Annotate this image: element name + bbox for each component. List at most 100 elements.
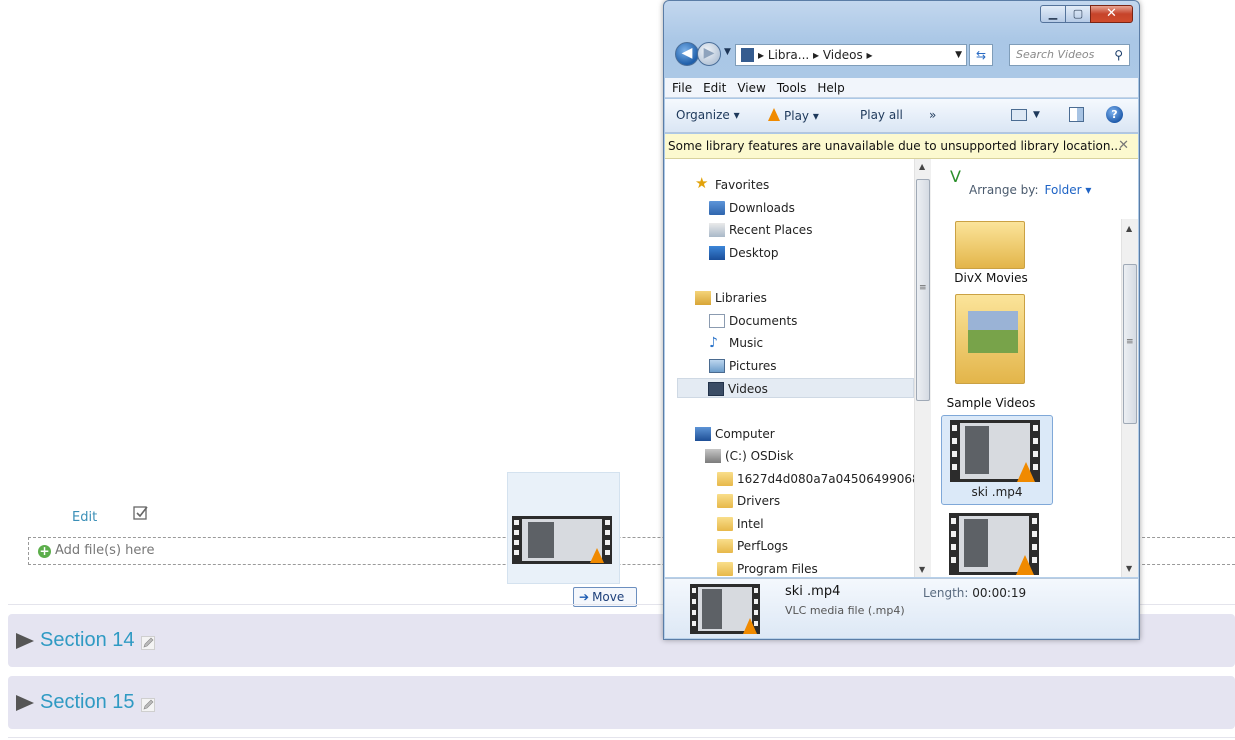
scroll-up-icon[interactable]: ▲ bbox=[1126, 224, 1132, 233]
play-button[interactable]: Play ▾ bbox=[768, 108, 819, 123]
search-input[interactable]: Search Videos ⚲ bbox=[1009, 44, 1130, 66]
nav-scrollbar[interactable]: ▲ ≡ ▼ bbox=[914, 159, 931, 577]
organize-button[interactable]: Organize ▾ bbox=[676, 108, 740, 122]
expand-triangle-icon[interactable] bbox=[16, 695, 34, 711]
nav-label: Libraries bbox=[715, 291, 767, 305]
scroll-down-icon[interactable]: ▼ bbox=[1126, 564, 1132, 573]
arrow-right-icon: ➔ bbox=[579, 590, 590, 604]
file-video-2[interactable] bbox=[941, 509, 1053, 577]
nav-label: Downloads bbox=[729, 201, 795, 215]
dropzone-label: Add file(s) here bbox=[55, 543, 155, 558]
section-title[interactable]: Section 15 bbox=[40, 691, 135, 714]
vlc-cone-icon bbox=[768, 108, 780, 121]
nav-label: Intel bbox=[737, 517, 764, 531]
add-icon: + bbox=[38, 544, 51, 558]
nav-label: PerfLogs bbox=[737, 539, 789, 553]
explorer-window[interactable]: ▁ ▢ ✕ ◀ ▶ ▼ ▸ Libra... ▸ Videos ▸ ▼ ⇆ Se… bbox=[663, 0, 1140, 640]
details-file-type: VLC media file (.mp4) bbox=[785, 604, 905, 617]
pencil-icon[interactable] bbox=[141, 636, 155, 650]
nav-label: Favorites bbox=[715, 178, 770, 192]
libraries-icon bbox=[695, 291, 711, 305]
maximize-button[interactable]: ▢ bbox=[1065, 5, 1091, 23]
nav-videos[interactable]: Videos bbox=[677, 378, 914, 398]
video-thumbnail-icon bbox=[512, 516, 612, 564]
menu-bar: File Edit View Tools Help bbox=[665, 78, 1138, 98]
pencil-icon[interactable] bbox=[141, 698, 155, 712]
folder-icon bbox=[717, 539, 733, 553]
video-thumbnail-icon bbox=[950, 420, 1040, 482]
scroll-up-icon[interactable]: ▲ bbox=[919, 162, 925, 171]
content-scrollbar[interactable]: ▲ ≡ ▼ bbox=[1121, 219, 1138, 577]
change-view-icon[interactable] bbox=[1011, 109, 1027, 121]
nav-label: Computer bbox=[715, 427, 775, 441]
maximize-icon: ▢ bbox=[1072, 7, 1084, 20]
edit-link[interactable]: Edit bbox=[72, 510, 97, 525]
pictures-icon bbox=[709, 359, 725, 373]
play-label: Play ▾ bbox=[784, 109, 819, 123]
checkbox-icon[interactable] bbox=[133, 505, 149, 520]
history-dropdown-icon[interactable]: ▼ bbox=[724, 47, 731, 57]
nav-label: 1627d4d080a7a04506499068a2 bbox=[737, 472, 931, 486]
refresh-icon: ⇆ bbox=[975, 48, 987, 62]
close-icon[interactable]: ✕ bbox=[1118, 134, 1129, 158]
nav-label: Program Files bbox=[737, 562, 818, 576]
back-button[interactable]: ◀ bbox=[675, 42, 699, 66]
folder-icon bbox=[717, 517, 733, 531]
forward-button[interactable]: ▶ bbox=[697, 42, 721, 66]
nav-label: (C:) OSDisk bbox=[725, 449, 794, 463]
refresh-button[interactable]: ⇆ bbox=[969, 44, 993, 66]
address-bar[interactable]: ▸ Libra... ▸ Videos ▸ ▼ bbox=[735, 44, 967, 66]
menu-edit[interactable]: Edit bbox=[703, 81, 726, 95]
search-placeholder: Search Videos bbox=[1016, 48, 1095, 61]
address-path: ▸ Libra... ▸ Videos ▸ bbox=[758, 48, 873, 62]
star-icon: ★ bbox=[695, 174, 709, 192]
minimize-button[interactable]: ▁ bbox=[1040, 5, 1066, 23]
more-commands-button[interactable]: » bbox=[929, 108, 936, 122]
close-button[interactable]: ✕ bbox=[1090, 5, 1133, 23]
desktop-icon bbox=[709, 246, 725, 260]
nav-label: Documents bbox=[729, 314, 798, 328]
arrange-by-dropdown[interactable]: Folder ▾ bbox=[1045, 183, 1092, 197]
nav-label: Videos bbox=[728, 382, 768, 396]
section-title[interactable]: Section 14 bbox=[40, 629, 135, 652]
info-bar[interactable]: Some library features are unavailable du… bbox=[665, 134, 1138, 159]
preview-pane-icon[interactable] bbox=[1069, 107, 1084, 122]
expand-triangle-icon[interactable] bbox=[16, 633, 34, 649]
close-icon: ✕ bbox=[1106, 6, 1117, 21]
content-pane: V Arrange by: Folder ▾ DivX Movies Sample… bbox=[933, 159, 1138, 577]
length-label: Length: bbox=[923, 586, 969, 600]
library-header: V bbox=[950, 167, 961, 186]
explorer-body: ★ Favorites Downloads Recent Places Deskt… bbox=[665, 159, 1138, 577]
video-thumbnail-icon bbox=[949, 513, 1039, 575]
details-length: Length: 00:00:19 bbox=[923, 586, 1026, 600]
divx-folder-icon[interactable] bbox=[955, 221, 1025, 269]
search-icon[interactable]: ⚲ bbox=[1114, 45, 1123, 65]
computer-icon bbox=[695, 427, 711, 441]
folder-label[interactable]: DivX Movies bbox=[941, 271, 1041, 285]
scroll-grip-icon: ≡ bbox=[919, 283, 927, 293]
nav-label: Pictures bbox=[729, 359, 777, 373]
scroll-down-icon[interactable]: ▼ bbox=[919, 565, 925, 574]
address-row: ◀ ▶ ▼ ▸ Libra... ▸ Videos ▸ ▼ ⇆ Search V… bbox=[672, 41, 1132, 69]
menu-help[interactable]: Help bbox=[817, 81, 844, 95]
sample-videos-folder-icon[interactable] bbox=[955, 294, 1025, 384]
caption-buttons: ▁ ▢ ✕ bbox=[1040, 5, 1133, 23]
library-folder-icon bbox=[741, 48, 754, 62]
folder-icon bbox=[717, 472, 733, 486]
menu-tools[interactable]: Tools bbox=[777, 81, 807, 95]
file-ski-mp4[interactable]: ski .mp4 bbox=[941, 415, 1053, 505]
recent-places-icon bbox=[709, 223, 725, 237]
minimize-icon: ▁ bbox=[1048, 7, 1058, 20]
navigation-pane: ★ Favorites Downloads Recent Places Deskt… bbox=[665, 159, 931, 577]
chevron-down-icon[interactable]: ▼ bbox=[955, 45, 962, 65]
details-pane: ski .mp4 VLC media file (.mp4) Length: 0… bbox=[665, 578, 1138, 638]
menu-view[interactable]: View bbox=[737, 81, 765, 95]
help-icon[interactable]: ? bbox=[1106, 106, 1123, 123]
section-15[interactable]: Section 15 bbox=[8, 676, 1235, 729]
command-bar: Organize ▾ Play ▾ Play all » ▼ ? bbox=[665, 99, 1138, 133]
menu-file[interactable]: File bbox=[672, 81, 692, 95]
folder-label[interactable]: Sample Videos bbox=[941, 396, 1041, 410]
view-dropdown-icon[interactable]: ▼ bbox=[1033, 110, 1040, 120]
play-all-button[interactable]: Play all bbox=[860, 108, 903, 122]
drive-icon bbox=[705, 449, 721, 463]
